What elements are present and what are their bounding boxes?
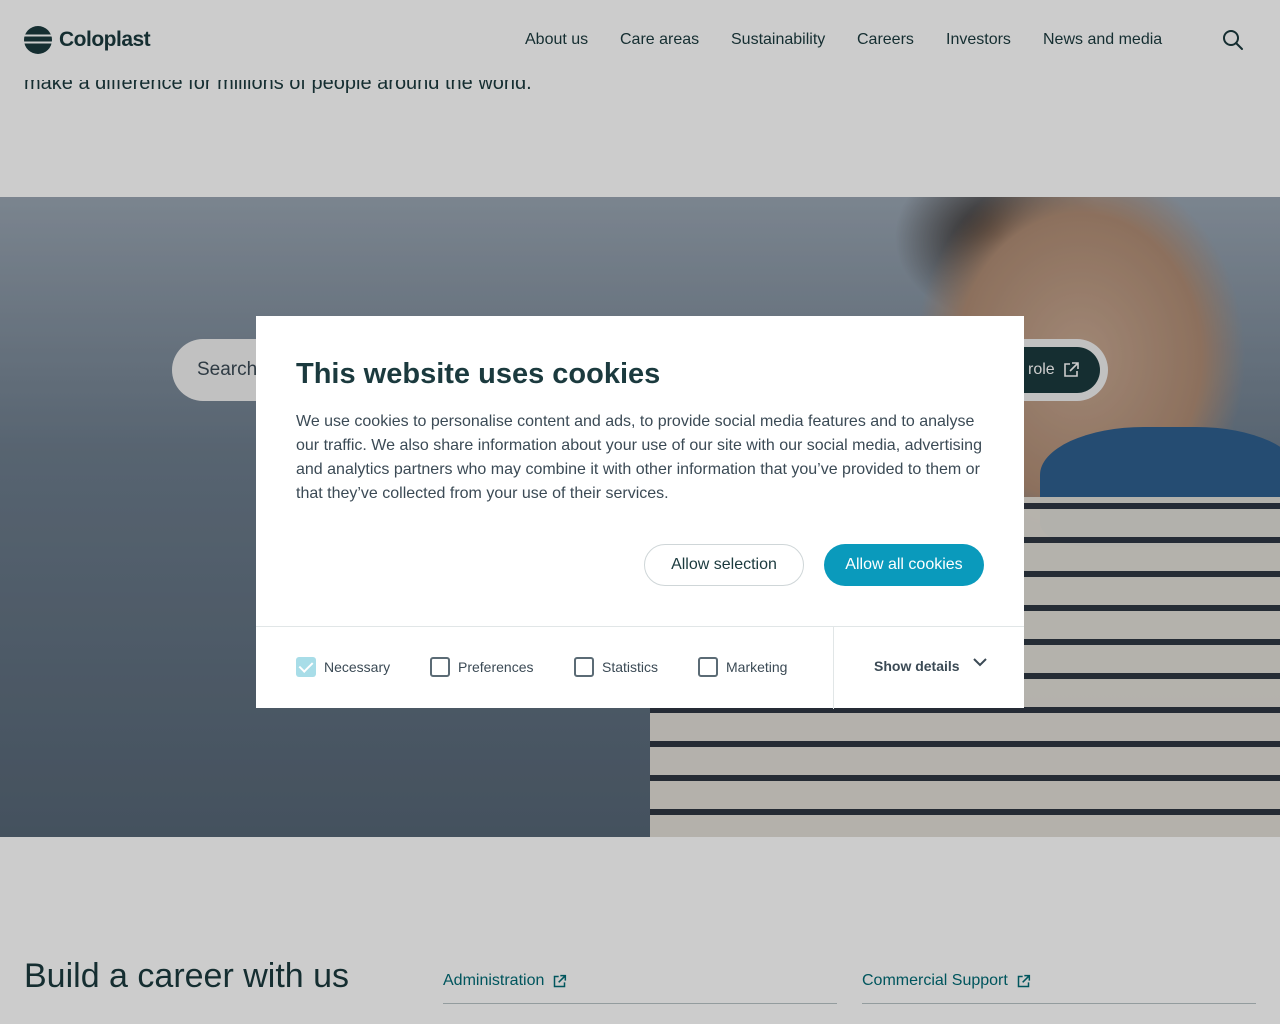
allow-selection-button[interactable]: Allow selection xyxy=(644,544,804,586)
checkbox-necessary[interactable]: Necessary xyxy=(296,657,390,677)
checkbox-statistics-label: Statistics xyxy=(602,659,659,675)
checkbox-preferences[interactable]: Preferences xyxy=(430,657,533,677)
checkbox-marketing-label: Marketing xyxy=(726,659,788,675)
allow-all-cookies-button[interactable]: Allow all cookies xyxy=(824,544,984,586)
checkbox-unchecked-icon xyxy=(698,657,718,677)
checkbox-checked-icon xyxy=(296,657,316,677)
checkbox-marketing[interactable]: Marketing xyxy=(698,657,787,677)
footer-divider xyxy=(833,627,834,709)
cookie-consent-dialog: This website uses cookies We use cookies… xyxy=(256,316,1024,709)
show-details-button[interactable]: Show details xyxy=(874,658,960,674)
checkbox-unchecked-icon xyxy=(430,657,450,677)
checkbox-preferences-label: Preferences xyxy=(458,659,534,675)
checkbox-necessary-label: Necessary xyxy=(324,659,391,675)
cookie-dialog-title: This website uses cookies xyxy=(296,358,661,390)
checkbox-statistics[interactable]: Statistics xyxy=(574,657,658,677)
cookie-options-bar: Necessary Preferences Statistics Marketi… xyxy=(256,626,1024,709)
cookie-dialog-body: We use cookies to personalise content an… xyxy=(296,413,982,502)
chevron-down-icon[interactable] xyxy=(972,654,988,670)
checkbox-unchecked-icon xyxy=(574,657,594,677)
